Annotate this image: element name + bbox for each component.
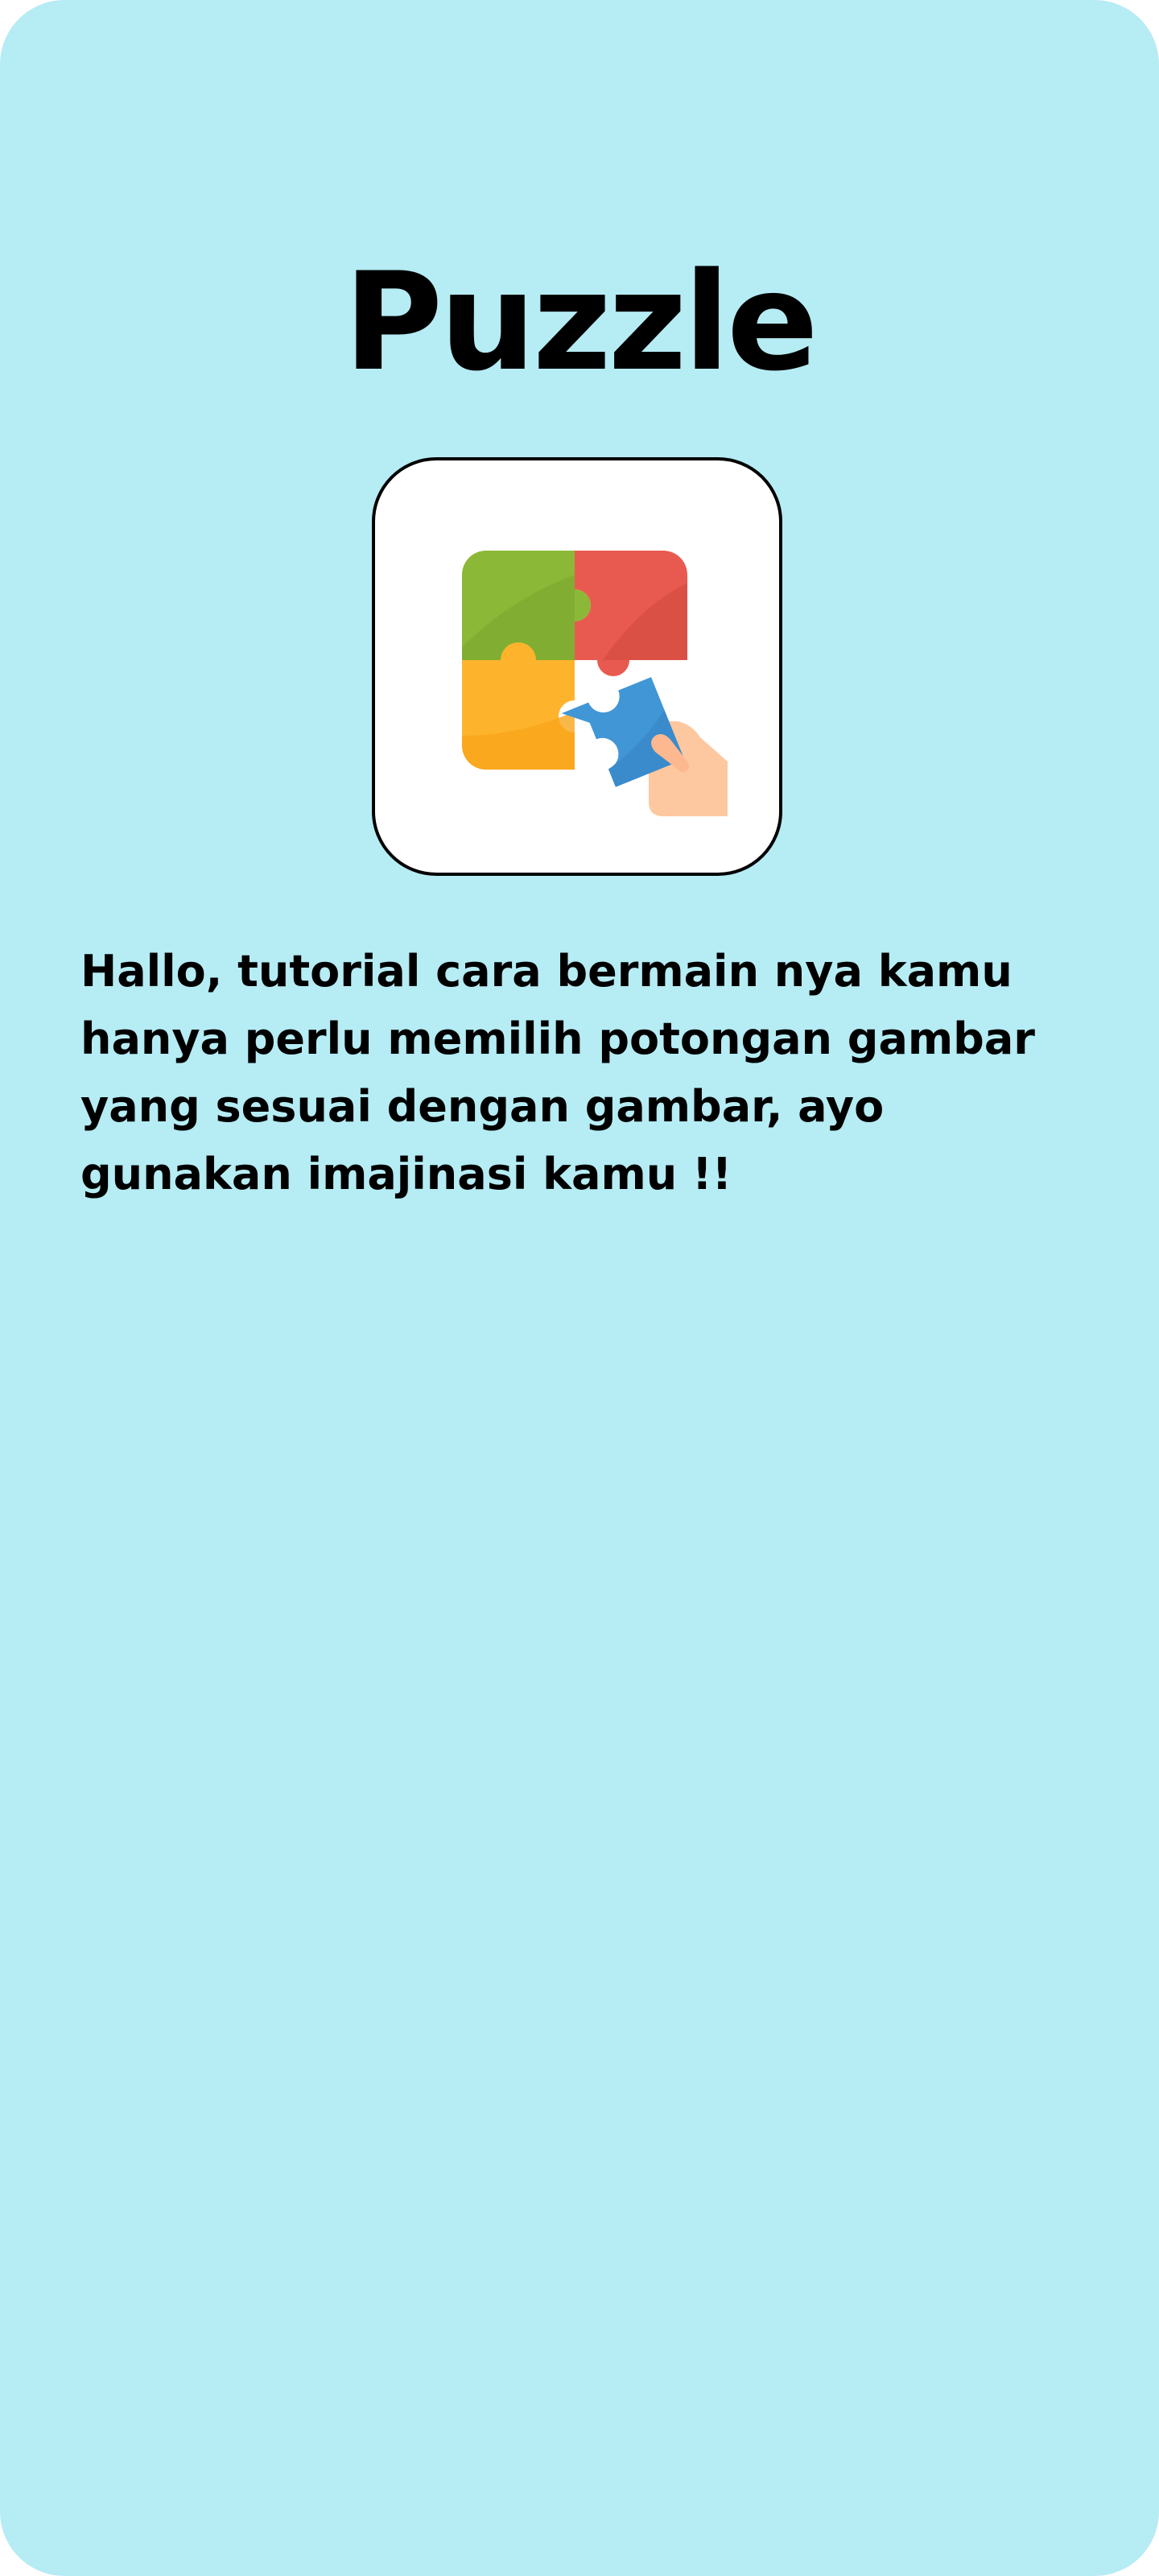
tutorial-text: Hallo, tutorial cara bermain nya kamu ha… (80, 946, 1035, 1199)
screen: Puzzle Hallo, tutorial cara bermain nya … (0, 0, 1159, 2576)
puzzle-pieces-hand-icon (462, 551, 728, 816)
page-title: Puzzle (344, 243, 819, 401)
puzzle-icon-card (372, 457, 782, 876)
